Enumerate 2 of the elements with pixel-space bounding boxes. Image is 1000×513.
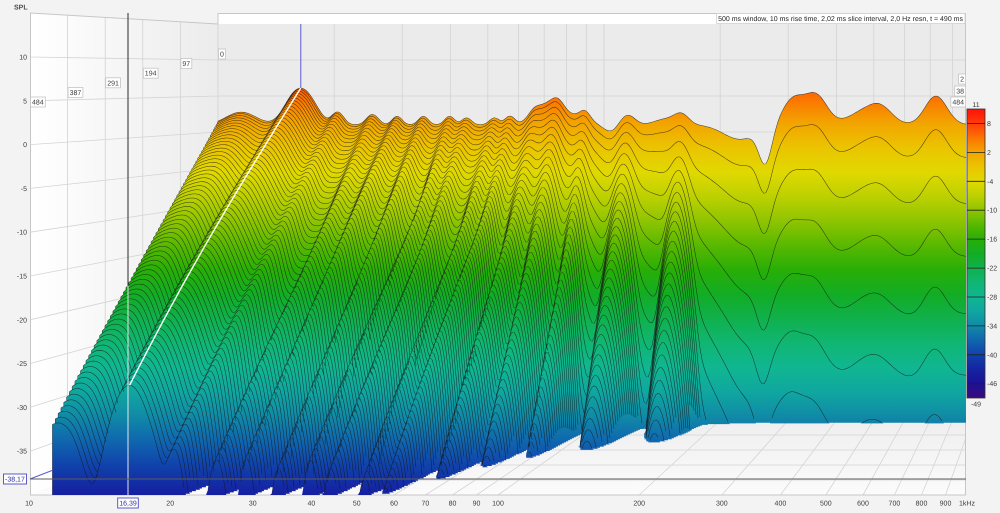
level-cursor-wall-line bbox=[30, 470, 52, 480]
frequency-cursor-wall-line bbox=[300, 24, 302, 89]
